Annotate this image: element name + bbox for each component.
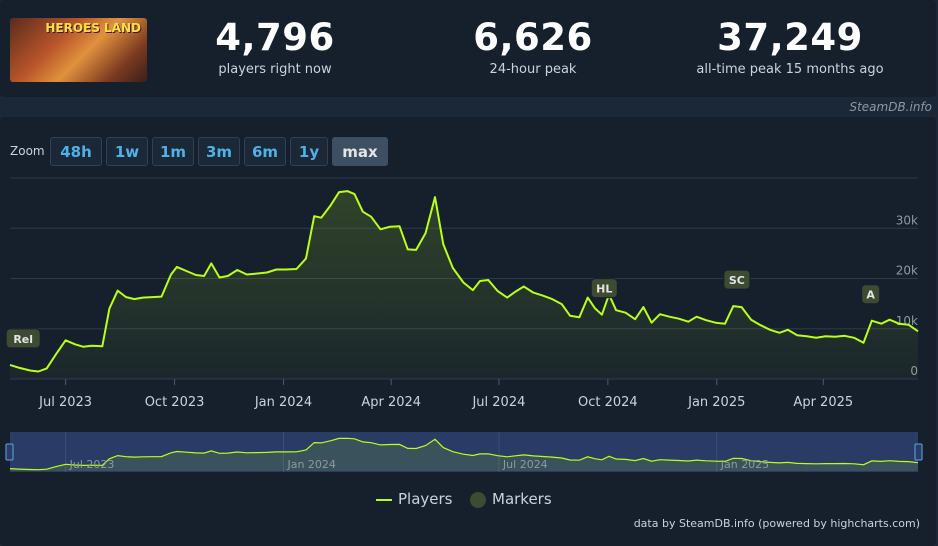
x-tick-label: Jan 2024 [254, 395, 312, 410]
legend-players[interactable]: Players [376, 490, 453, 508]
x-tick-label: Jul 2023 [38, 395, 92, 410]
navigator-tick-label: Jul 2023 [69, 458, 115, 471]
marker-label: SC [729, 274, 745, 287]
marker-sc[interactable]: SC [724, 270, 750, 289]
marker-hl[interactable]: HL [591, 279, 617, 298]
marker-label: HL [596, 283, 612, 296]
navigator-tick-label: Jul 2024 [502, 458, 548, 471]
y-tick-label: 30k [896, 213, 918, 227]
x-tick-label: Oct 2024 [578, 395, 638, 410]
navigator-right-handle[interactable] [915, 444, 922, 460]
legend-line-icon [376, 499, 392, 501]
legend-label: Markers [492, 490, 552, 508]
legend-label: Players [398, 490, 453, 508]
y-tick-label: 20k [896, 264, 918, 278]
navigator-tick-label: Jan 2024 [286, 458, 335, 471]
navigator-left-handle[interactable] [6, 444, 13, 460]
x-tick-label: Jul 2024 [471, 395, 525, 410]
x-tick-label: Jan 2025 [687, 395, 745, 410]
marker-a[interactable]: A [862, 285, 880, 304]
chart-credits[interactable]: data by SteamDB.info (powered by highcha… [634, 517, 920, 530]
legend-markers[interactable]: Markers [470, 490, 552, 508]
players-area [10, 191, 918, 379]
marker-label: A [866, 289, 875, 302]
legend-circle-icon [470, 492, 486, 508]
marker-label: Rel [13, 333, 33, 346]
navigator-tick-label: Jan 2025 [720, 458, 769, 471]
marker-rel[interactable]: Rel [6, 329, 40, 348]
x-tick-label: Apr 2025 [793, 395, 853, 410]
x-tick-label: Oct 2023 [145, 395, 205, 410]
x-tick-label: Apr 2024 [361, 395, 421, 410]
player-chart[interactable]: 010k20k30k Jul 2023Oct 2023Jan 2024Apr 2… [0, 0, 938, 546]
x-axis: Jul 2023 Oct 2023 Jan 2024 Apr 2024 Jul 2024… [38, 379, 853, 410]
